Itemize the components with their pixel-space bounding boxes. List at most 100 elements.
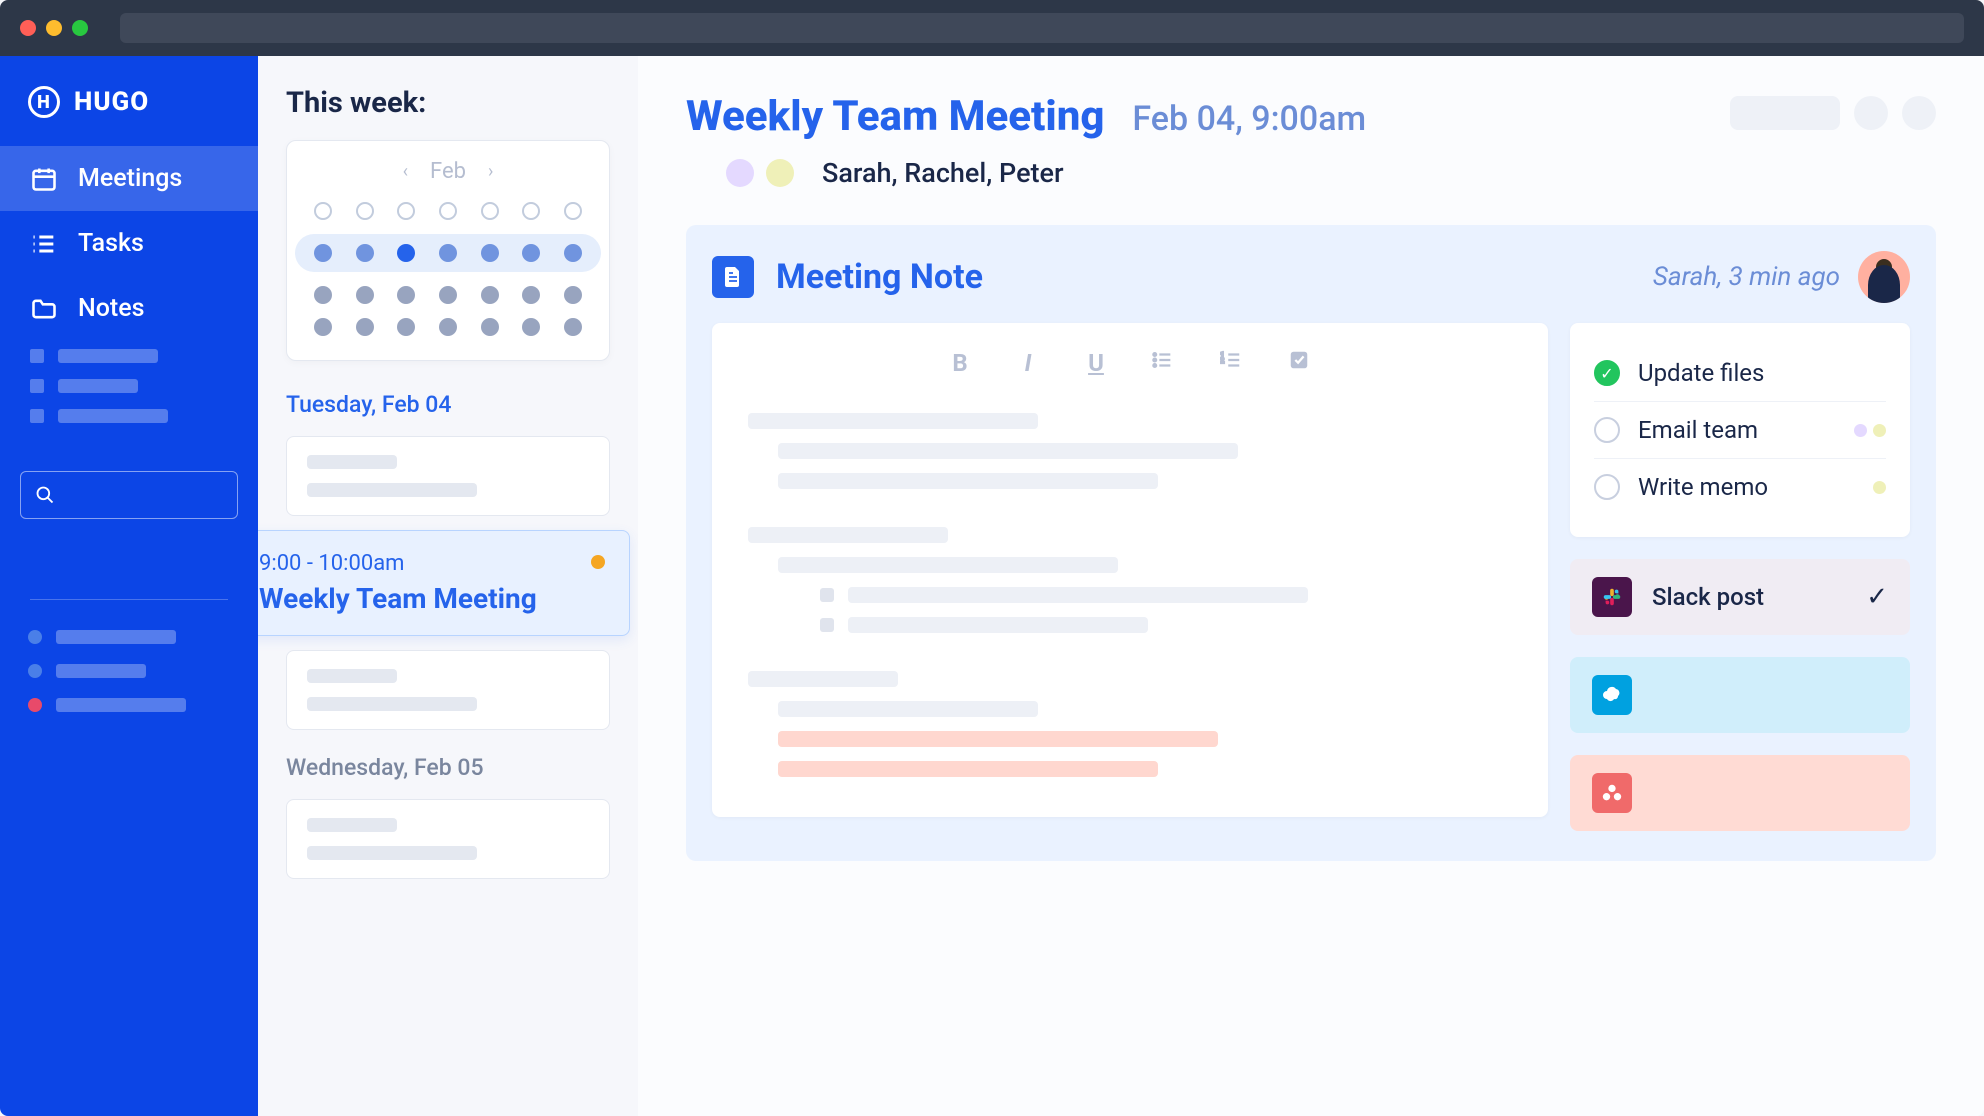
- integration-slack[interactable]: Slack post ✓: [1570, 559, 1910, 635]
- bold-button[interactable]: B: [948, 349, 972, 377]
- attendee-avatar[interactable]: [766, 159, 794, 187]
- mini-calendar[interactable]: ‹ Feb ›: [286, 140, 610, 361]
- calendar-prev-button[interactable]: ‹: [403, 161, 408, 182]
- sidebar-user-item[interactable]: [28, 620, 230, 654]
- attendee-avatar[interactable]: [686, 159, 714, 187]
- day-heading: Wednesday, Feb 05: [286, 754, 610, 781]
- task-label: Email team: [1638, 416, 1758, 444]
- calendar-day[interactable]: [481, 286, 499, 304]
- calendar-day[interactable]: [439, 286, 457, 304]
- event-card[interactable]: [286, 799, 610, 879]
- task-label: Write memo: [1638, 473, 1768, 501]
- event-title: Weekly Team Meeting: [259, 582, 605, 615]
- slack-icon: [1592, 577, 1632, 617]
- calendar-day[interactable]: [314, 286, 332, 304]
- calendar-day[interactable]: [564, 244, 582, 262]
- task-item[interactable]: ✓ Update files: [1594, 345, 1886, 402]
- document-icon: [712, 256, 754, 298]
- task-label: Update files: [1638, 359, 1764, 387]
- calendar-day[interactable]: [522, 244, 540, 262]
- app-logo[interactable]: H HUGO: [0, 86, 258, 146]
- folder-icon: [30, 295, 58, 323]
- calendar-day[interactable]: [564, 318, 582, 336]
- calendar-day[interactable]: [522, 286, 540, 304]
- calendar-next-button[interactable]: ›: [488, 161, 493, 182]
- search-input[interactable]: [20, 471, 238, 519]
- page-title: Weekly Team Meeting: [686, 92, 1104, 141]
- calendar-day[interactable]: [522, 318, 540, 336]
- asana-icon: [1592, 773, 1632, 813]
- nav-label: Notes: [78, 294, 145, 323]
- calendar-day[interactable]: [564, 202, 582, 220]
- calendar-day[interactable]: [314, 244, 332, 262]
- task-checkbox-done[interactable]: ✓: [1594, 360, 1620, 386]
- underline-button[interactable]: U: [1084, 349, 1108, 377]
- window-titlebar: [0, 0, 1984, 56]
- window-close-button[interactable]: [20, 20, 36, 36]
- calendar-day[interactable]: [356, 244, 374, 262]
- task-checkbox[interactable]: [1594, 474, 1620, 500]
- italic-button[interactable]: I: [1016, 349, 1040, 377]
- integration-asana[interactable]: [1570, 755, 1910, 831]
- calendar-day[interactable]: [397, 318, 415, 336]
- week-panel: This week: ‹ Feb ›: [258, 56, 638, 1116]
- integration-salesforce[interactable]: [1570, 657, 1910, 733]
- sidebar-item-meetings[interactable]: Meetings: [0, 146, 258, 211]
- svg-text:2: 2: [1220, 356, 1224, 365]
- window-zoom-button[interactable]: [72, 20, 88, 36]
- calendar-day[interactable]: [314, 318, 332, 336]
- numbered-list-button[interactable]: 12: [1220, 349, 1244, 377]
- task-item[interactable]: Write memo: [1594, 459, 1886, 515]
- sidebar-divider: [30, 599, 228, 600]
- calendar-day[interactable]: [397, 286, 415, 304]
- calendar-day[interactable]: [356, 202, 374, 220]
- main-content: Weekly Team Meeting Feb 04, 9:00am Sarah…: [638, 56, 1984, 1116]
- attendee-avatar[interactable]: [726, 159, 754, 187]
- author-avatar[interactable]: [1858, 251, 1910, 303]
- event-time: 9:00 - 10:00am: [259, 551, 605, 576]
- integration-label: Slack post: [1652, 583, 1764, 611]
- note-editor[interactable]: B I U 12: [712, 323, 1548, 817]
- window-minimize-button[interactable]: [46, 20, 62, 36]
- header-action-button[interactable]: [1854, 96, 1888, 130]
- calendar-day[interactable]: [481, 318, 499, 336]
- nav-label: Meetings: [78, 164, 182, 193]
- sidebar-user-item[interactable]: [28, 654, 230, 688]
- tasks-card: ✓ Update files Email team Write memo: [1570, 323, 1910, 537]
- page-datetime: Feb 04, 9:00am: [1132, 99, 1366, 139]
- calendar-active-week: [295, 234, 601, 272]
- calendar-day[interactable]: [356, 318, 374, 336]
- calendar-day-today[interactable]: [397, 244, 415, 262]
- task-item[interactable]: Email team: [1594, 402, 1886, 459]
- calendar-day[interactable]: [439, 244, 457, 262]
- calendar-day[interactable]: [397, 202, 415, 220]
- sidebar-item-notes[interactable]: Notes: [0, 276, 258, 341]
- calendar-day[interactable]: [522, 202, 540, 220]
- checklist-button[interactable]: [1288, 349, 1312, 377]
- sidebar-item-tasks[interactable]: Tasks: [0, 211, 258, 276]
- bullet-list-button[interactable]: [1152, 349, 1176, 377]
- task-checkbox[interactable]: [1594, 417, 1620, 443]
- calendar-day[interactable]: [314, 202, 332, 220]
- event-card[interactable]: [286, 650, 610, 730]
- editor-toolbar: B I U 12: [748, 349, 1512, 377]
- attendee-names: Sarah, Rachel, Peter: [822, 157, 1064, 189]
- header-action-button[interactable]: [1902, 96, 1936, 130]
- calendar-day[interactable]: [564, 286, 582, 304]
- sidebar-placeholder-item: [0, 401, 258, 431]
- header-action-button[interactable]: [1730, 96, 1840, 130]
- calendar-day[interactable]: [481, 244, 499, 262]
- event-card-selected[interactable]: 9:00 - 10:00am Weekly Team Meeting: [258, 530, 630, 636]
- calendar-day[interactable]: [439, 318, 457, 336]
- logo-icon: H: [28, 86, 60, 118]
- check-icon: ✓: [1866, 582, 1888, 612]
- calendar-day[interactable]: [356, 286, 374, 304]
- calendar-day[interactable]: [439, 202, 457, 220]
- address-bar[interactable]: [120, 13, 1964, 43]
- sidebar-user-item[interactable]: [28, 688, 230, 722]
- salesforce-icon: [1592, 675, 1632, 715]
- attendee-row: Sarah, Rachel, Peter: [686, 157, 1936, 189]
- nav-label: Tasks: [78, 229, 144, 258]
- event-card[interactable]: [286, 436, 610, 516]
- calendar-day[interactable]: [481, 202, 499, 220]
